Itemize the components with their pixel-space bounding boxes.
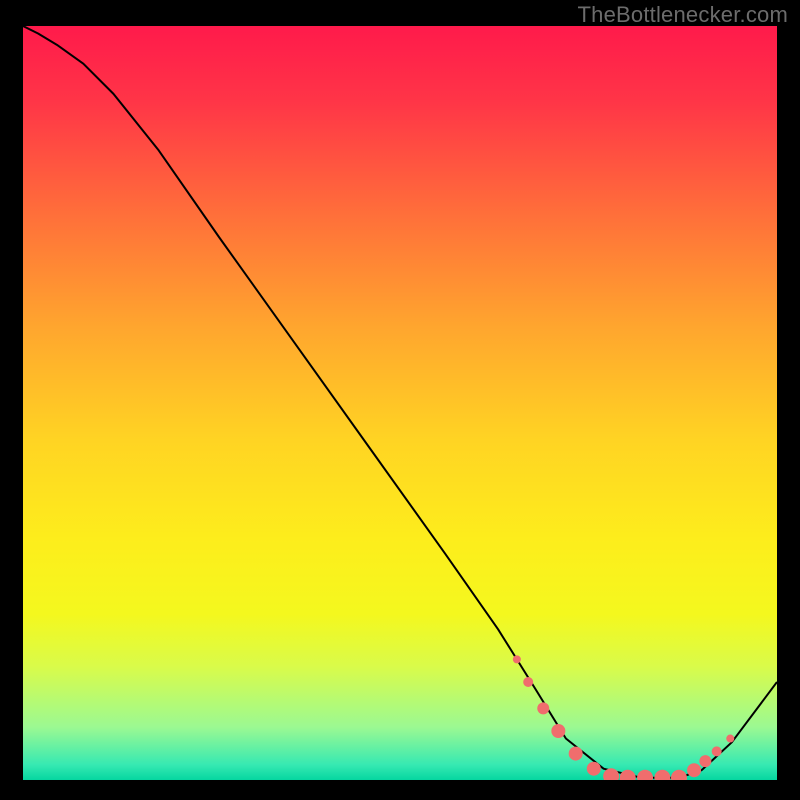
data-marker bbox=[712, 746, 722, 756]
data-marker bbox=[569, 747, 583, 761]
gradient-background bbox=[23, 26, 777, 780]
data-marker bbox=[726, 735, 734, 743]
data-marker bbox=[587, 762, 601, 776]
data-marker bbox=[523, 677, 533, 687]
plot-area bbox=[23, 26, 777, 780]
watermark-text: TheBottlenecker.com bbox=[578, 2, 788, 28]
data-marker bbox=[537, 702, 549, 714]
data-marker bbox=[699, 755, 711, 767]
data-marker bbox=[687, 763, 701, 777]
data-marker bbox=[551, 724, 565, 738]
data-marker bbox=[513, 655, 521, 663]
chart-container: TheBottlenecker.com bbox=[0, 0, 800, 800]
chart-svg bbox=[23, 26, 777, 780]
